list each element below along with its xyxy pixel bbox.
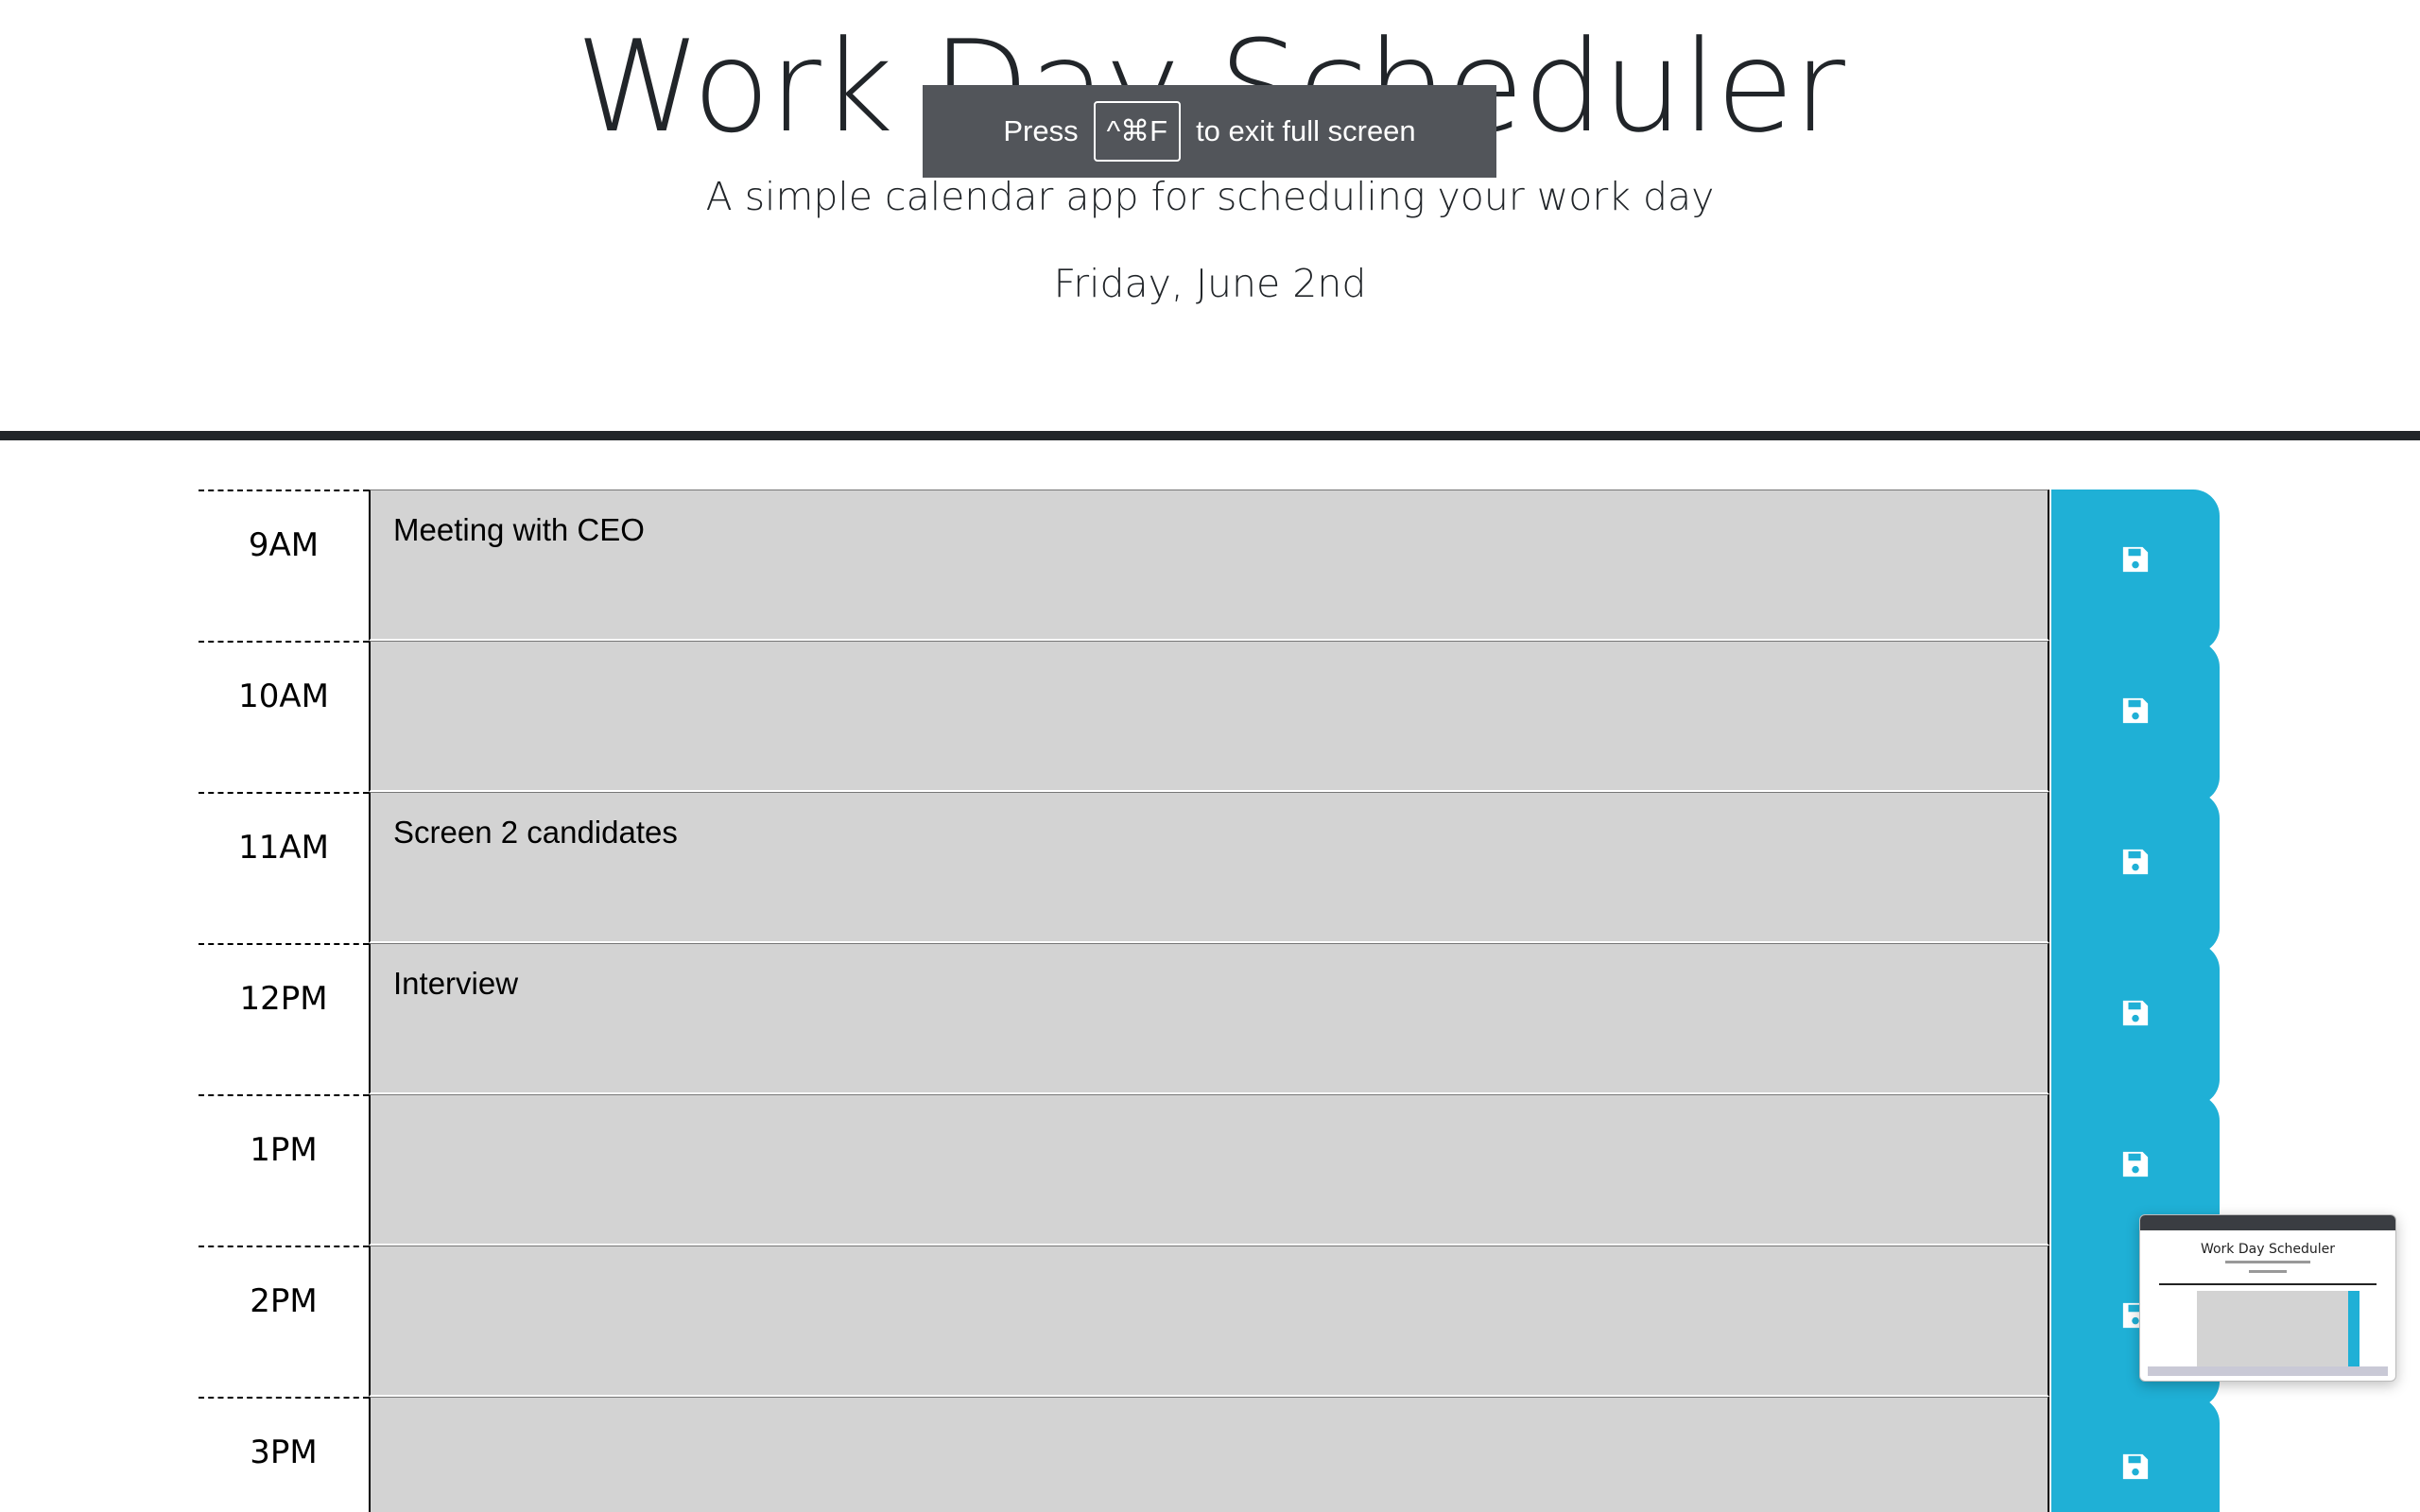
screenshot-thumbnail[interactable]: Work Day Scheduler <box>2139 1214 2396 1382</box>
hour-label: 2PM <box>199 1246 369 1397</box>
floppy-disk-icon <box>2122 546 2149 573</box>
toast-shortcut-key: ^⌘F <box>1093 101 1182 162</box>
hour-label: 11AM <box>199 792 369 943</box>
task-input[interactable]: Interview <box>369 943 2049 1094</box>
fullscreen-exit-toast: Press ^⌘F to exit full screen <box>923 85 1496 178</box>
floppy-disk-icon <box>2122 1151 2149 1177</box>
time-block: 1PM <box>199 1094 2220 1257</box>
task-input[interactable] <box>369 1094 2049 1246</box>
hour-label: 10AM <box>199 641 369 792</box>
thumbnail-subtitle <box>2225 1261 2310 1263</box>
save-button[interactable] <box>2051 641 2220 803</box>
scheduler-page: Work Day Scheduler A simple calendar app… <box>0 0 2420 1512</box>
hour-label: 12PM <box>199 943 369 1094</box>
hour-label: 3PM <box>199 1397 369 1512</box>
toast-message: to exit full screen <box>1196 114 1416 147</box>
task-input[interactable]: Screen 2 candidates <box>369 792 2049 943</box>
jumbotron-header: Work Day Scheduler A simple calendar app… <box>0 0 2420 440</box>
thumbnail-title: Work Day Scheduler <box>2200 1242 2336 1257</box>
save-button[interactable] <box>2051 490 2220 652</box>
toast-press-text: Press <box>1003 114 1079 147</box>
header-divider <box>0 431 2420 440</box>
save-button[interactable] <box>2051 792 2220 954</box>
current-day: Friday, June 2nd <box>1053 261 1367 306</box>
floppy-disk-icon <box>2122 849 2149 875</box>
time-block: 9AM Meeting with CEO <box>199 490 2220 652</box>
save-button[interactable] <box>2051 943 2220 1106</box>
thumbnail-timeblocks <box>2197 1291 2348 1366</box>
thumbnail-browser-bar <box>2140 1215 2395 1230</box>
time-block: 12PM Interview <box>199 943 2220 1106</box>
thumbnail-date <box>2249 1270 2287 1273</box>
hour-label: 1PM <box>199 1094 369 1246</box>
time-block: 10AM <box>199 641 2220 803</box>
floppy-disk-icon <box>2122 1000 2149 1026</box>
time-block: 3PM <box>199 1397 2220 1512</box>
task-input[interactable] <box>369 641 2049 792</box>
time-block: 2PM <box>199 1246 2220 1408</box>
task-input[interactable]: Meeting with CEO <box>369 490 2049 641</box>
time-block: 11AM Screen 2 candidates <box>199 792 2220 954</box>
task-input[interactable] <box>369 1397 2049 1512</box>
thumbnail-divider <box>2159 1283 2377 1285</box>
save-button[interactable] <box>2051 1397 2220 1512</box>
task-input[interactable] <box>369 1246 2049 1397</box>
floppy-disk-icon <box>2122 1453 2149 1480</box>
floppy-disk-icon <box>2122 697 2149 724</box>
thumbnail-dock <box>2148 1366 2388 1376</box>
hour-label: 9AM <box>199 490 369 641</box>
thumbnail-save-column <box>2348 1291 2360 1366</box>
